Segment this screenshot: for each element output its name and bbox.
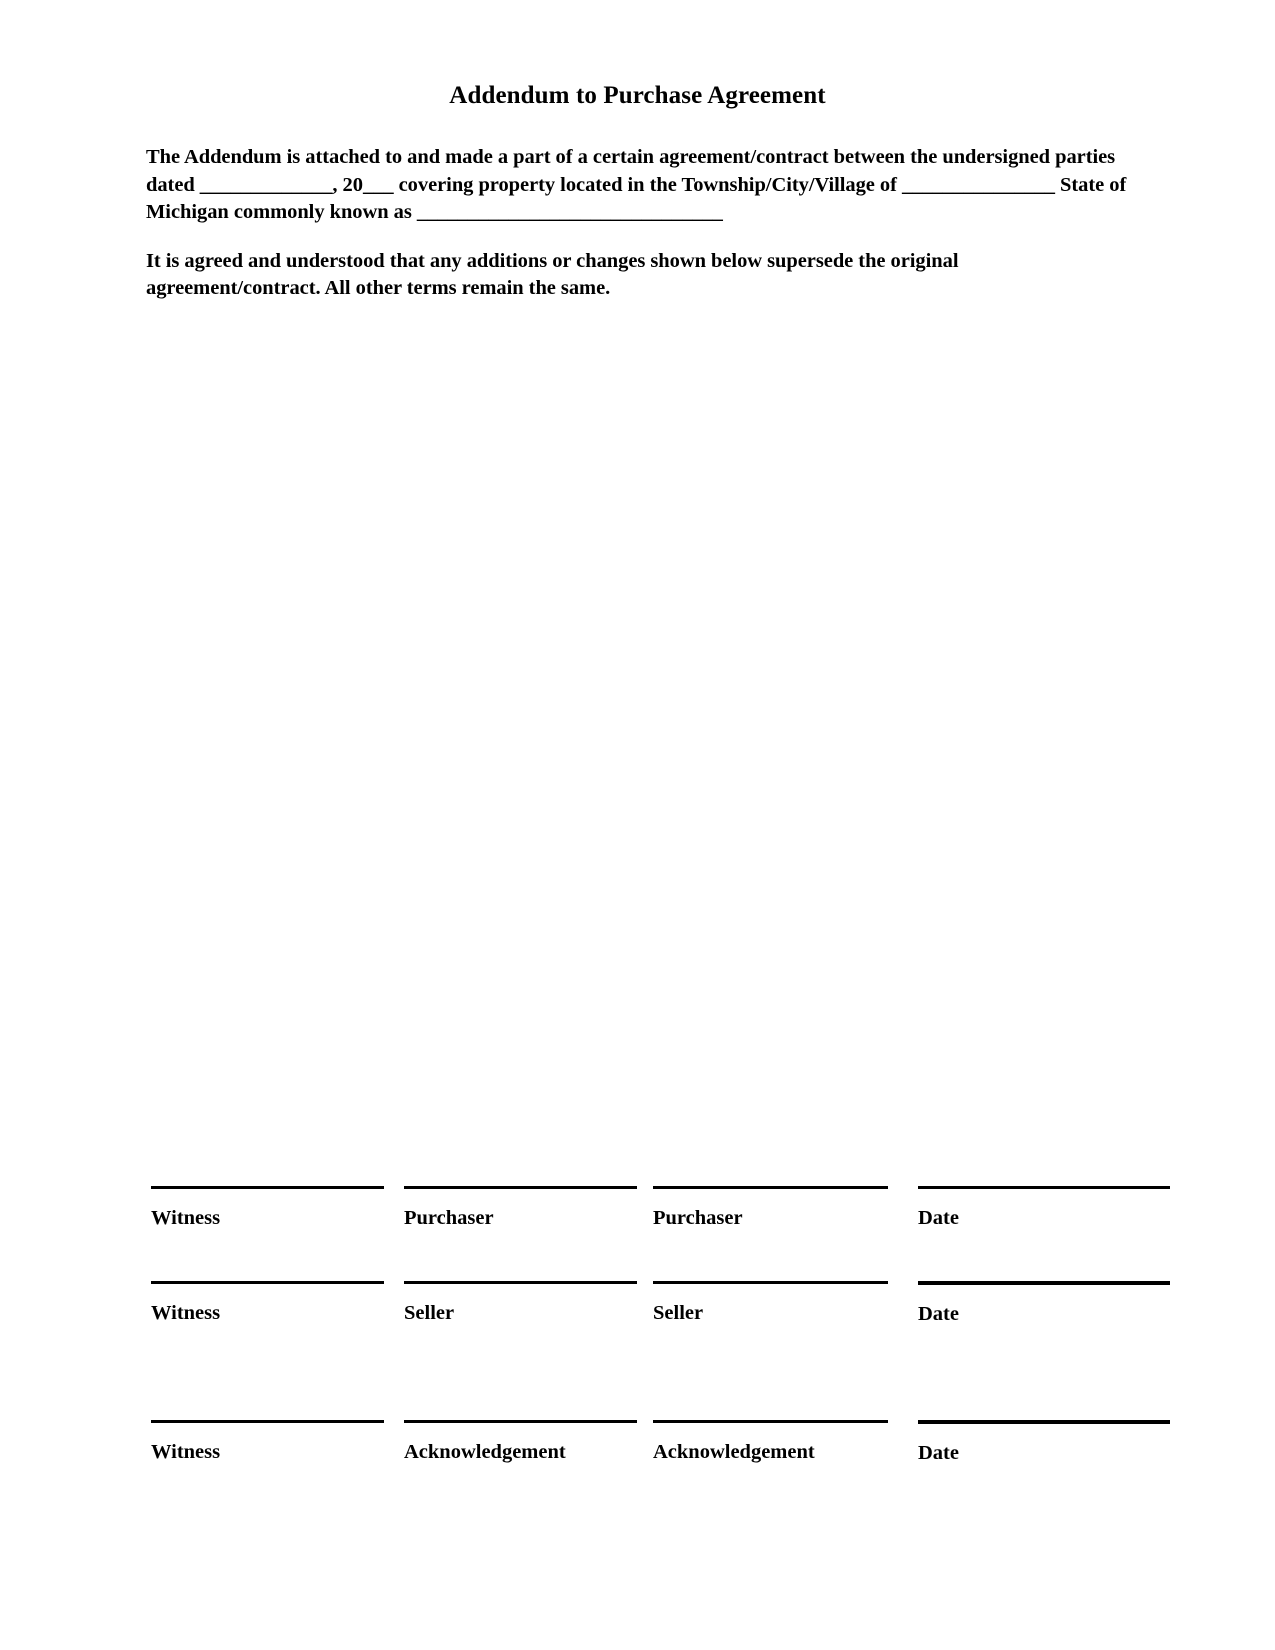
signature-field-date-3[interactable]: Date [918, 1420, 1170, 1465]
signature-row: Witness Seller Seller Date [0, 1281, 1275, 1351]
signature-field-purchaser-1[interactable]: Purchaser [404, 1186, 637, 1230]
signature-label: Purchaser [653, 1207, 743, 1229]
page-title: Addendum to Purchase Agreement [449, 82, 826, 109]
document-body: The Addendum is attached to and made a p… [146, 144, 1136, 303]
signature-row: Witness Purchaser Purchaser Date [0, 1186, 1275, 1256]
signature-line[interactable] [404, 1420, 637, 1423]
signature-label: Acknowledgement [653, 1441, 815, 1463]
signature-field-date-2[interactable]: Date [918, 1281, 1170, 1326]
signature-label: Date [918, 1442, 959, 1464]
signature-field-acknowledgement-2[interactable]: Acknowledgement [653, 1420, 888, 1464]
agreement-paragraph: It is agreed and understood that any add… [146, 249, 964, 300]
signature-field-seller-2[interactable]: Seller [653, 1281, 888, 1325]
signature-line[interactable] [653, 1281, 888, 1284]
signature-label: Seller [653, 1302, 704, 1324]
signature-line[interactable] [404, 1186, 637, 1189]
signature-line[interactable] [918, 1186, 1170, 1189]
signature-label: Date [918, 1207, 959, 1229]
signature-field-witness[interactable]: Witness [151, 1420, 384, 1464]
signature-label: Seller [404, 1302, 455, 1324]
signature-label: Purchaser [404, 1207, 494, 1229]
signature-label: Witness [151, 1207, 221, 1229]
signature-row: Witness Acknowledgement Acknowledgement … [0, 1420, 1275, 1490]
signature-field-purchaser-2[interactable]: Purchaser [653, 1186, 888, 1230]
signature-label: Acknowledgement [404, 1441, 566, 1463]
document-page: Addendum to Purchase Agreement The Adden… [0, 0, 1275, 1650]
signature-label: Witness [151, 1302, 221, 1324]
signature-line[interactable] [653, 1186, 888, 1189]
intro-paragraph: The Addendum is attached to and made a p… [146, 146, 1132, 223]
signature-line[interactable] [918, 1420, 1170, 1424]
signature-label: Date [918, 1303, 959, 1325]
signature-line[interactable] [918, 1281, 1170, 1285]
signature-field-acknowledgement-1[interactable]: Acknowledgement [404, 1420, 637, 1464]
signature-line[interactable] [151, 1281, 384, 1284]
signature-line[interactable] [151, 1420, 384, 1423]
signature-field-date-1[interactable]: Date [918, 1186, 1170, 1230]
signature-line[interactable] [404, 1281, 637, 1284]
signature-line[interactable] [653, 1420, 888, 1423]
signature-field-witness[interactable]: Witness [151, 1186, 384, 1230]
signature-label: Witness [151, 1441, 221, 1463]
signature-field-witness[interactable]: Witness [151, 1281, 384, 1325]
signature-line[interactable] [151, 1186, 384, 1189]
signature-field-seller-1[interactable]: Seller [404, 1281, 637, 1325]
